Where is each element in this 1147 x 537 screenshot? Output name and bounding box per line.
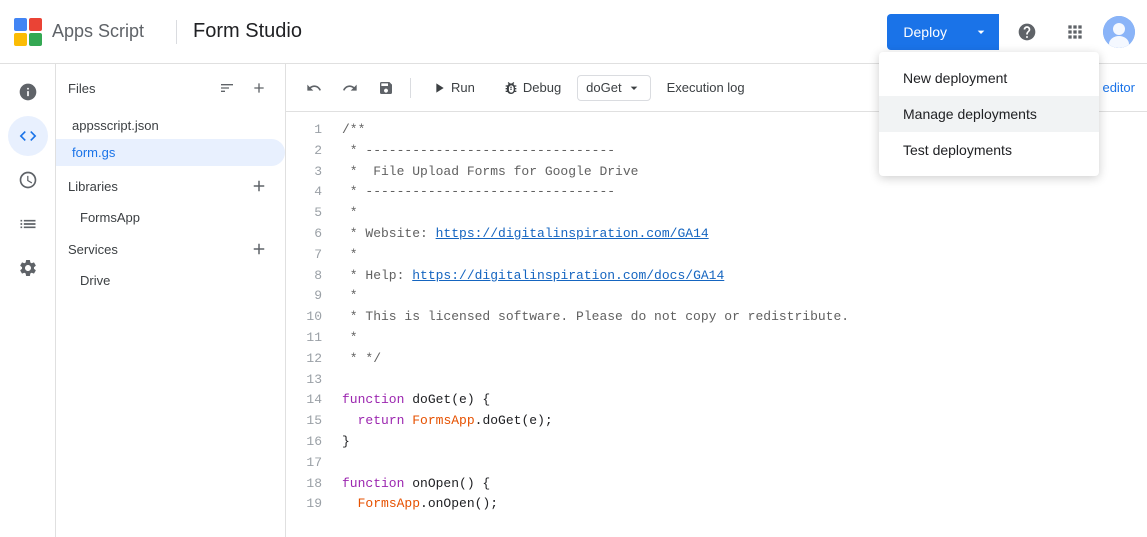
deploy-main-button[interactable]: Deploy [887,14,963,50]
code-icon [18,126,38,146]
help-icon [1017,22,1037,42]
code-line-12: * */ [342,349,1147,370]
code-line-18: function onOpen() { [342,474,1147,495]
code-lines: /** * -------------------------------- *… [334,120,1147,529]
avatar-image [1103,16,1135,48]
logo-area: Apps Script [12,16,144,48]
code-line-9: * [342,286,1147,307]
list-icon [18,214,38,234]
file-item-formgs[interactable]: form.gs [56,139,285,166]
add-service-icon [250,240,268,258]
info-icon [18,82,38,102]
code-line-7: * [342,245,1147,266]
libraries-title: Libraries [68,179,245,194]
code-line-8: * Help: https://digitalinspiration.com/d… [342,266,1147,287]
run-icon [431,80,447,96]
sidebar-code-button[interactable] [8,116,48,156]
file-panel: Files appsscript.json form.gs Libraries … [56,64,286,537]
code-line-10: * This is licensed software. Please do n… [342,307,1147,328]
sidebar-icons [0,64,56,537]
files-actions [213,74,273,102]
add-service-button[interactable] [245,235,273,263]
chevron-down-icon [973,24,989,40]
clock-icon [18,170,38,190]
files-header: Files [56,64,285,112]
code-line-11: * [342,328,1147,349]
toolbar-separator-1 [410,78,411,98]
redo-button[interactable] [334,76,366,100]
sort-files-button[interactable] [213,74,241,102]
undo-button[interactable] [298,76,330,100]
save-icon [378,80,394,96]
add-file-icon [251,80,267,96]
deploy-dropdown-menu: New deployment Manage deployments Test d… [879,52,1099,176]
sidebar-clock-button[interactable] [8,160,48,200]
function-selector[interactable]: doGet [577,75,650,101]
undo-icon [306,80,322,96]
code-line-16: } [342,432,1147,453]
code-line-5: * [342,203,1147,224]
help-link[interactable]: https://digitalinspiration.com/docs/GA14 [412,268,724,283]
function-dropdown-icon [626,80,642,96]
code-line-15: return FormsApp.doGet(e); [342,411,1147,432]
code-line-6: * Website: https://digitalinspiration.co… [342,224,1147,245]
apps-script-logo-icon [12,16,44,48]
header: Apps Script Form Studio Deploy New deplo… [0,0,1147,64]
apps-script-label: Apps Script [52,21,144,42]
save-button[interactable] [370,76,402,100]
code-line-19: FormsApp.onOpen(); [342,494,1147,515]
deploy-button-group: Deploy [887,14,999,50]
project-title: Form Studio [193,20,302,43]
add-library-button[interactable] [245,172,273,200]
add-library-icon [250,177,268,195]
run-button[interactable]: Run [419,76,487,100]
file-item-appsscript[interactable]: appsscript.json [56,112,285,139]
website-link[interactable]: https://digitalinspiration.com/GA14 [436,226,709,241]
new-deployment-item[interactable]: New deployment [879,60,1099,96]
files-title: Files [68,81,205,96]
services-title: Services [68,242,245,257]
help-button[interactable] [1007,12,1047,52]
code-line-14: function doGet(e) { [342,390,1147,411]
debug-button[interactable]: Debug [491,76,573,100]
execution-log-button[interactable]: Execution log [655,76,757,99]
redo-icon [342,80,358,96]
test-deployments-item[interactable]: Test deployments [879,132,1099,168]
add-file-button[interactable] [245,74,273,102]
debug-icon [503,80,519,96]
code-line-4: * -------------------------------- [342,182,1147,203]
drive-service-item[interactable]: Drive [56,269,285,292]
line-numbers: 12345 678910 1112131415 16171819 [286,120,334,529]
libraries-section-header[interactable]: Libraries [56,166,285,206]
sidebar-info-button[interactable] [8,72,48,112]
user-avatar[interactable] [1103,16,1135,48]
library-formsapp[interactable]: FormsApp [56,206,285,229]
sort-icon [219,80,235,96]
code-line-17 [342,453,1147,474]
header-divider [176,20,177,44]
manage-deployments-item[interactable]: Manage deployments [879,96,1099,132]
settings-icon [18,258,38,278]
deploy-dropdown-button[interactable] [963,14,999,50]
services-section-header[interactable]: Services [56,229,285,269]
sidebar-list-button[interactable] [8,204,48,244]
sidebar-settings-button[interactable] [8,248,48,288]
grid-apps-button[interactable] [1055,12,1095,52]
code-line-13 [342,370,1147,391]
header-actions: Deploy [887,12,1135,52]
apps-grid-icon [1065,22,1085,42]
